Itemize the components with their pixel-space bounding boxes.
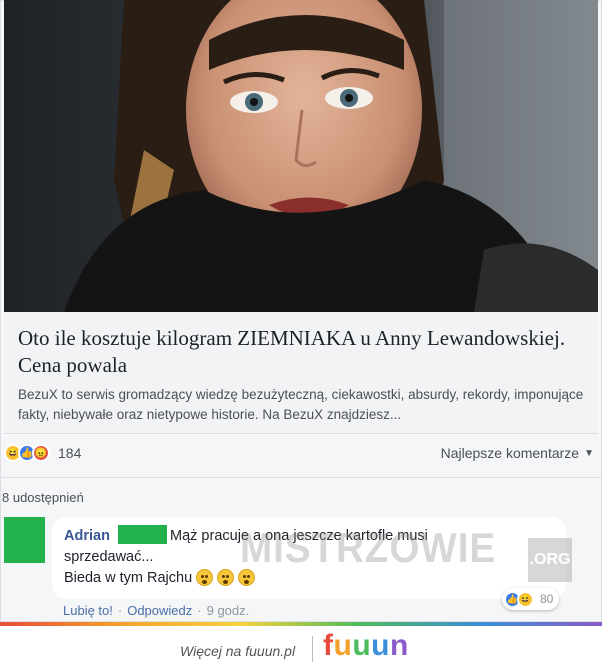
portrait-photo — [4, 0, 598, 312]
redacted-avatar — [4, 517, 45, 563]
comment-text: Bieda w tym Rajchu — [64, 569, 193, 586]
footer — [0, 622, 602, 669]
comment-timestamp[interactable]: 9 godz. — [207, 603, 250, 618]
separator-dot: · — [117, 603, 123, 618]
comment-reactions[interactable]: 👍 😆 80 — [502, 588, 560, 610]
comment-author[interactable]: Adrian — [64, 528, 110, 544]
divider — [0, 477, 602, 478]
logo-letter: n — [389, 629, 409, 662]
link-preview-title[interactable]: Oto ile kosztuje kilogram ZIEMNIAKA u An… — [18, 325, 578, 379]
reaction-count[interactable]: 184 — [58, 445, 81, 461]
comment-text: sprzedawać... — [64, 549, 154, 565]
redacted-author-surname — [118, 525, 167, 544]
comment-text-line: Bieda w tym Rajchu — [64, 569, 256, 586]
logo-letter: u — [352, 629, 372, 662]
caret-down-icon: ▼ — [584, 447, 594, 459]
footer-color-strip — [0, 622, 602, 626]
watermark-badge: .ORG — [528, 538, 572, 582]
watermark: MISTRZOWIE — [240, 524, 497, 571]
like-comment-link[interactable]: Lubię to! — [63, 603, 113, 618]
comment-sort-dropdown[interactable]: Najlepsze komentarze ▼ — [441, 445, 594, 461]
post-reactions[interactable]: 😆 👍 😠 184 — [4, 440, 81, 466]
angry-reaction-icon: 😠 — [32, 444, 50, 462]
separator-dot: · — [197, 603, 202, 618]
logo-letter: u — [371, 629, 390, 662]
haha-reaction-icon: 😆 — [517, 590, 534, 608]
comment-reaction-count: 80 — [540, 592, 554, 606]
comment-actions: Lubię to! · Odpowiedz · 9 godz. — [63, 603, 249, 618]
link-preview-description: BezuX to serwis gromadzący wiedzę bezuży… — [18, 387, 584, 422]
logo-letter: u — [333, 629, 353, 662]
share-count[interactable]: 8 udostępnień — [2, 490, 84, 505]
fuuun-logo[interactable]: f u u u n — [323, 629, 409, 663]
smile-emoji-icon — [196, 569, 214, 586]
logo-letter: f — [323, 629, 334, 662]
footer-separator — [312, 636, 313, 662]
link-preview[interactable]: Oto ile kosztuje kilogram ZIEMNIAKA u An… — [4, 312, 598, 434]
reply-comment-link[interactable]: Odpowiedz — [127, 603, 192, 618]
link-preview-image[interactable] — [4, 0, 598, 312]
footer-more-link[interactable]: Więcej na fuuun.pl — [180, 643, 295, 659]
comment-sort-label: Najlepsze komentarze — [440, 445, 580, 461]
smile-emoji-icon — [217, 569, 235, 586]
